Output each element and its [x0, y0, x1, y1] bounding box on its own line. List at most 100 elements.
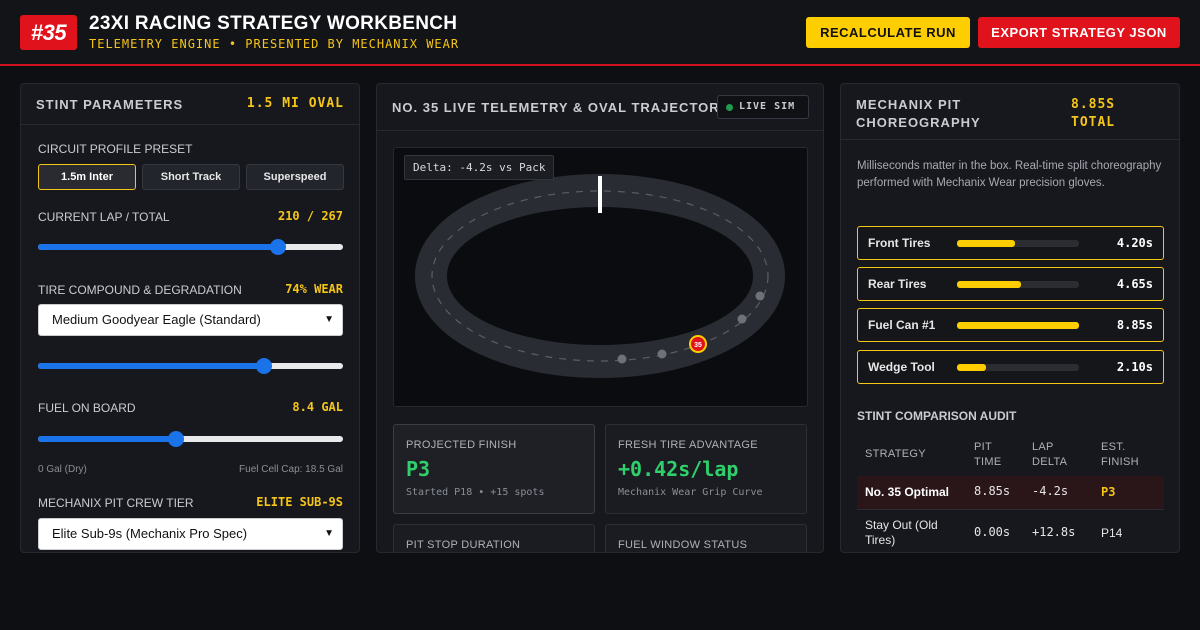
panel-title: STINT PARAMETERS: [36, 97, 184, 112]
pit-task-bar: [957, 364, 1079, 371]
lap-slider-handle[interactable]: [269, 239, 286, 255]
recalculate-run-button[interactable]: RECALCULATE RUN: [806, 17, 970, 48]
fuel-label: FUEL ON BOARD: [38, 401, 136, 415]
crew-tier-select[interactable]: Elite Sub-9s (Mechanix Pro Spec) ▼: [38, 518, 343, 550]
tire-wear-slider[interactable]: [38, 358, 343, 374]
audit-header-lap-delta: LAP DELTA: [1032, 441, 1068, 468]
export-strategy-button[interactable]: EXPORT STRATEGY JSON: [978, 17, 1180, 48]
pit-task-row: Wedge Tool 2.10s: [857, 350, 1164, 384]
pit-task-row: Fuel Can #1 8.85s: [857, 308, 1164, 342]
fuel-min-label: 0 Gal (Dry): [38, 464, 87, 475]
app-title: 23XI RACING STRATEGY WORKBENCH: [89, 13, 458, 34]
audit-cell-strategy: No. 35 Optimal: [865, 485, 950, 499]
panel-header: STINT PARAMETERS 1.5 MI OVAL: [21, 84, 359, 125]
pit-task-label: Front Tires: [868, 236, 931, 250]
pit-stop-duration-card: PIT STOP DURATION: [393, 524, 595, 552]
pit-task-bar: [957, 281, 1079, 288]
pit-task-time: 2.10s: [1116, 360, 1153, 374]
fuel-value: 8.4 GAL: [292, 400, 343, 414]
delta-readout: Delta: -4.2s vs Pack: [404, 155, 555, 180]
audit-cell-lap-delta: +12.8s: [1032, 525, 1076, 539]
car-marker-number: 35: [694, 342, 702, 349]
panel-title-line2: CHOREOGRAPHY: [856, 115, 981, 130]
preset-button-superspeed[interactable]: Superspeed: [246, 164, 344, 190]
oval-trajectory-view: 35 Delta: -4.2s vs Pack: [393, 147, 808, 407]
start-finish-line: [598, 176, 602, 213]
panel-title: MECHANIX PIT CHOREOGRAPHY: [856, 96, 981, 132]
pit-task-bar: [957, 322, 1079, 329]
tire-compound-select[interactable]: Medium Goodyear Eagle (Standard) ▼: [38, 304, 343, 336]
stat-label: FUEL WINDOW STATUS: [618, 539, 748, 551]
fuel-slider[interactable]: [38, 431, 343, 447]
pit-task-bar-fill: [957, 364, 986, 371]
tire-wear-slider-handle[interactable]: [255, 358, 272, 374]
pit-total-value: 8.85S: [1071, 97, 1116, 112]
fuel-slider-fill: [38, 436, 177, 442]
lap-slider-fill: [38, 244, 278, 250]
competitor-marker: [737, 314, 747, 324]
preset-button-short-track[interactable]: Short Track: [142, 164, 240, 190]
oval-track-graphic: 35: [415, 174, 785, 378]
audit-cell-pit-time: 8.85s: [974, 484, 1011, 498]
panel-header: NO. 35 LIVE TELEMETRY & OVAL TRAJECTORY …: [377, 84, 823, 131]
stat-label: PIT STOP DURATION: [406, 539, 521, 551]
stint-parameters-panel: STINT PARAMETERS 1.5 MI OVAL CIRCUIT PRO…: [20, 83, 360, 553]
tire-wear-slider-fill: [38, 363, 264, 369]
car-number-badge: #35: [20, 15, 77, 50]
fuel-capacity-label: Fuel Cell Cap: 18.5 Gal: [239, 464, 343, 475]
pit-task-bar: [957, 240, 1079, 247]
pit-choreography-panel: MECHANIX PIT CHOREOGRAPHY 8.85S TOTAL Mi…: [840, 83, 1180, 553]
pit-task-label: Fuel Can #1: [868, 318, 936, 332]
audit-cell-finish: P3: [1101, 485, 1116, 499]
competitor-marker: [755, 291, 765, 301]
projected-finish-card: PROJECTED FINISH P3 Started P18 • +15 sp…: [393, 424, 595, 514]
pit-task-time: 4.65s: [1116, 277, 1153, 291]
preset-button-inter[interactable]: 1.5m Inter: [38, 164, 136, 190]
live-dot-icon: [726, 104, 733, 111]
audit-header-est-finish: EST. FINISH: [1101, 441, 1139, 468]
tire-compound-selected: Medium Goodyear Eagle (Standard): [52, 312, 261, 327]
track-surface: [415, 174, 785, 378]
stat-value: P3: [406, 457, 431, 481]
lap-value: 210 / 267: [277, 209, 343, 223]
pit-total-time: 8.85S TOTAL: [1071, 96, 1115, 132]
stat-subtext: Started P18 • +15 spots: [406, 487, 545, 498]
competitor-marker: [617, 354, 627, 364]
pit-task-bar-fill: [957, 281, 1022, 288]
pit-task-time: 8.85s: [1116, 318, 1153, 332]
row-divider: [857, 509, 1164, 510]
tire-wear-value: 74% WEAR: [285, 282, 343, 296]
pit-task-label: Rear Tires: [868, 277, 927, 291]
fresh-tire-advantage-card: FRESH TIRE ADVANTAGE +0.42s/lap Mechanix…: [605, 424, 807, 514]
fuel-slider-handle[interactable]: [168, 431, 185, 447]
stat-label: FRESH TIRE ADVANTAGE: [618, 439, 758, 451]
audit-cell-finish: P14: [1101, 526, 1123, 540]
audit-cell-pit-time: 0.00s: [974, 525, 1011, 539]
panel-title: NO. 35 LIVE TELEMETRY & OVAL TRAJECTORY: [392, 100, 729, 115]
lap-slider[interactable]: [38, 239, 343, 255]
pit-task-row: Rear Tires 4.65s: [857, 267, 1164, 301]
pit-description: Milliseconds matter in the box. Real-tim…: [857, 160, 1162, 189]
table-row[interactable]: No. 35 Optimal 8.85s -4.2s P3: [857, 476, 1164, 509]
crew-tier-selected: Elite Sub-9s (Mechanix Pro Spec): [52, 526, 248, 541]
panel-header: MECHANIX PIT CHOREOGRAPHY 8.85S TOTAL: [841, 84, 1179, 140]
chevron-down-icon: ▼: [324, 314, 334, 325]
pit-task-label: Wedge Tool: [868, 360, 935, 374]
telemetry-panel: NO. 35 LIVE TELEMETRY & OVAL TRAJECTORY …: [376, 83, 824, 553]
audit-header-pit-time: PIT TIME: [974, 441, 1002, 468]
track-length: 1.5 MI OVAL: [246, 96, 344, 111]
audit-title: STINT COMPARISON AUDIT: [857, 409, 1017, 423]
track-inner-edge: [447, 207, 753, 345]
crew-tier-value: ELITE SUB-9S: [256, 495, 343, 509]
fuel-window-status-card: FUEL WINDOW STATUS: [605, 524, 807, 552]
audit-cell-strategy: Stay Out (Old Tires): [865, 518, 938, 547]
panel-title-line1: MECHANIX PIT: [856, 97, 962, 112]
pit-total-label: TOTAL: [1071, 115, 1116, 130]
app-header: #35 23XI RACING STRATEGY WORKBENCH TELEM…: [0, 0, 1200, 66]
pit-task-bar-fill: [957, 240, 1015, 247]
stat-label: PROJECTED FINISH: [406, 439, 517, 451]
tire-label: TIRE COMPOUND & DEGRADATION: [38, 283, 242, 297]
competitor-marker: [657, 349, 667, 359]
audit-cell-lap-delta: -4.2s: [1032, 484, 1069, 498]
pit-task-bar-fill: [957, 322, 1079, 329]
